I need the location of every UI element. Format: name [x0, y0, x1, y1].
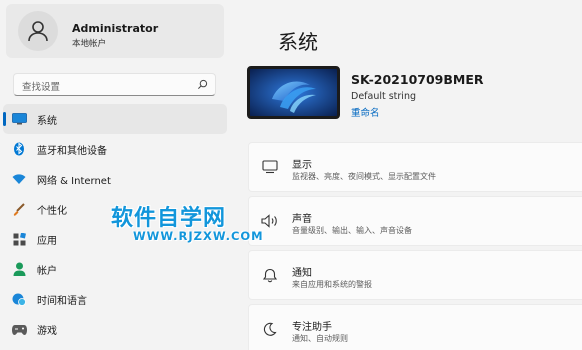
sidebar-item-gaming[interactable]: 游戏 — [3, 314, 227, 344]
search-placeholder: 查找设置 — [22, 82, 61, 93]
bell-icon — [261, 266, 279, 284]
speaker-icon — [261, 212, 279, 230]
device-description: Default string — [351, 91, 417, 102]
sidebar: Administrator 本地帐户 查找设置 系统 蓝牙和其他设备 网络 & … — [0, 0, 232, 350]
account-name: Administrator — [72, 22, 159, 35]
gamepad-icon — [11, 321, 27, 337]
sidebar-item-label: 应用 — [37, 236, 57, 247]
sidebar-item-accounts[interactable]: 帐户 — [3, 254, 227, 284]
person-icon — [28, 21, 48, 42]
moon-icon — [261, 320, 279, 338]
watermark-url: WWW.RJZXW.COM — [133, 229, 264, 243]
brush-icon — [11, 201, 27, 217]
bluetooth-icon — [11, 141, 27, 157]
sidebar-item-network[interactable]: 网络 & Internet — [3, 164, 227, 194]
card-title: 专注助手 — [292, 322, 332, 333]
card-title: 通知 — [292, 268, 312, 279]
search-input[interactable]: 查找设置 — [13, 73, 216, 96]
rename-link[interactable]: 重命名 — [351, 105, 380, 119]
page-title: 系统 — [278, 30, 318, 54]
sidebar-item-label: 系统 — [37, 116, 57, 127]
apps-icon — [11, 231, 27, 247]
card-subtitle: 来自应用和系统的警报 — [292, 280, 372, 289]
search-icon[interactable] — [197, 79, 208, 90]
card-title: 声音 — [292, 214, 312, 225]
wifi-icon — [11, 171, 27, 187]
card-subtitle: 监视器、亮度、夜间模式、显示配置文件 — [292, 172, 436, 181]
sidebar-item-bluetooth[interactable]: 蓝牙和其他设备 — [3, 134, 227, 164]
person-icon — [11, 261, 27, 277]
sidebar-item-label: 时间和语言 — [37, 296, 87, 307]
sidebar-item-time-language[interactable]: 时间和语言 — [3, 284, 227, 314]
sidebar-item-system[interactable]: 系统 — [3, 104, 227, 134]
globe-clock-icon — [11, 291, 27, 307]
card-subtitle: 通知、自动规则 — [292, 334, 348, 343]
device-name: SK-20210709BMER — [351, 72, 484, 87]
sidebar-item-label: 个性化 — [37, 206, 67, 217]
sidebar-item-label: 游戏 — [37, 326, 57, 337]
watermark-title: 软件自学网 — [111, 206, 227, 231]
sidebar-item-label: 网络 & Internet — [37, 176, 111, 187]
settings-card-focus-assist[interactable]: 专注助手 通知、自动规则 — [248, 304, 582, 350]
display-icon — [261, 158, 279, 176]
card-title: 显示 — [292, 160, 312, 171]
card-subtitle: 音量级别、输出、输入、声音设备 — [292, 226, 412, 235]
account-type: 本地帐户 — [72, 39, 107, 49]
sidebar-item-label: 帐户 — [37, 266, 57, 277]
account-profile[interactable]: Administrator 本地帐户 — [6, 4, 224, 58]
device-wallpaper-preview — [247, 66, 340, 119]
avatar — [18, 11, 58, 51]
active-indicator — [3, 112, 6, 126]
settings-card-sound[interactable]: 声音 音量级别、输出、输入、声音设备 — [248, 196, 582, 246]
monitor-icon — [11, 111, 27, 127]
settings-card-notifications[interactable]: 通知 来自应用和系统的警报 — [248, 250, 582, 300]
settings-card-display[interactable]: 显示 监视器、亮度、夜间模式、显示配置文件 — [248, 142, 582, 192]
sidebar-item-label: 蓝牙和其他设备 — [37, 146, 107, 157]
